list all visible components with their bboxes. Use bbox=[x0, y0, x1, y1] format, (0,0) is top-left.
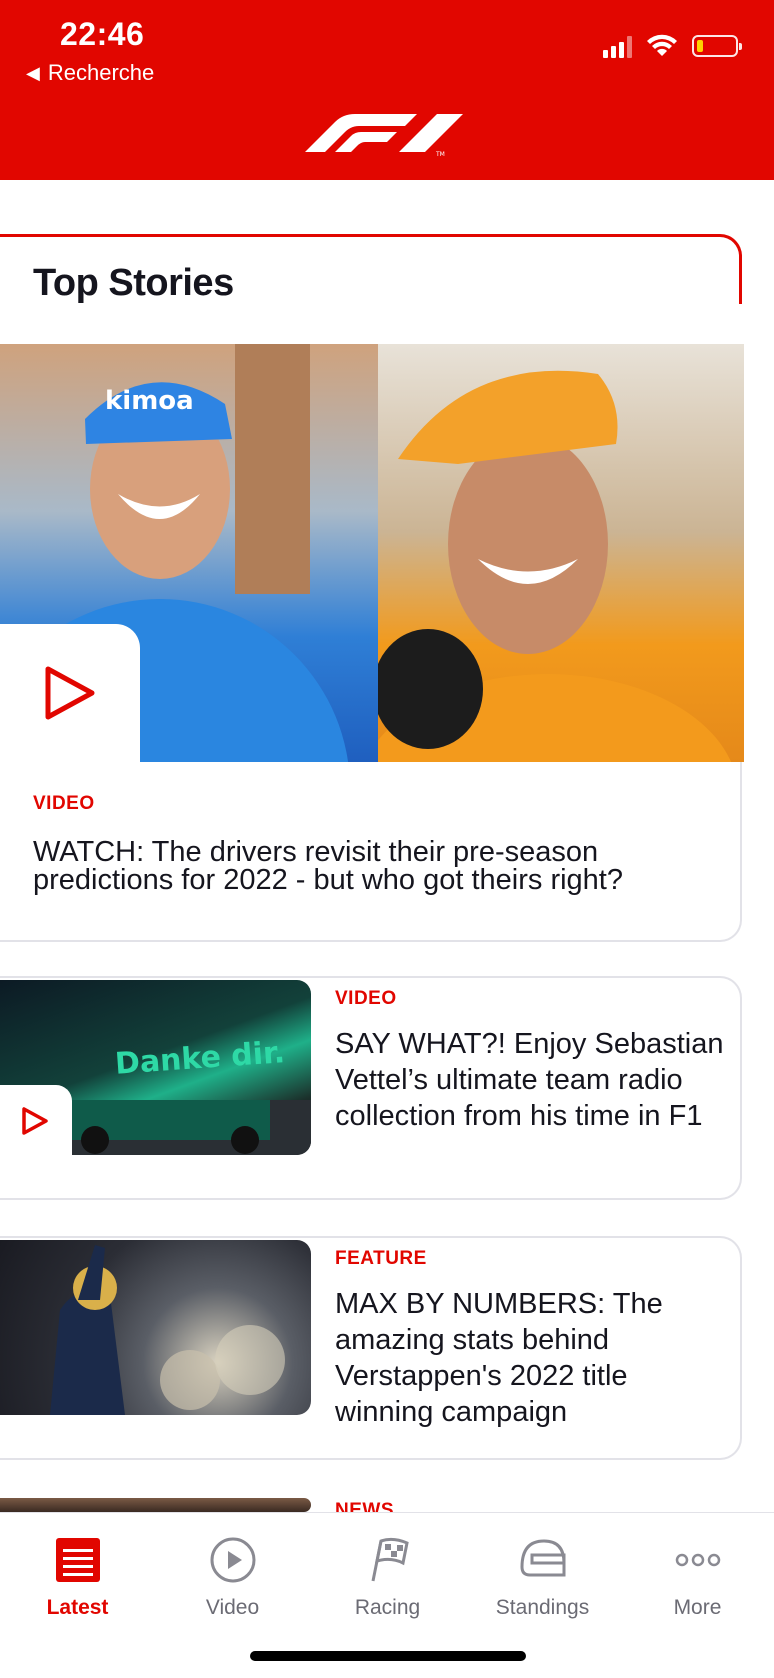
hero-title[interactable]: WATCH: The drivers revisit their pre-sea… bbox=[33, 838, 733, 895]
banner-text: Danke dir. bbox=[114, 1035, 286, 1082]
nav-label: Video bbox=[205, 1596, 260, 1619]
signal-icon bbox=[603, 34, 632, 58]
hero-play-button[interactable] bbox=[0, 624, 140, 764]
status-time: 22:46 bbox=[60, 16, 145, 52]
battery-icon bbox=[692, 35, 742, 57]
home-indicator[interactable] bbox=[250, 1651, 526, 1661]
section-title: Top Stories bbox=[33, 262, 234, 304]
back-label: Recherche bbox=[47, 60, 155, 85]
hero-image-right bbox=[364, 344, 744, 762]
driver-photo-right bbox=[364, 370, 732, 762]
app-header: 22:46 ◀ Recherche TM bbox=[0, 0, 774, 180]
back-caret-icon: ◀ bbox=[26, 62, 40, 83]
wifi-icon bbox=[647, 34, 677, 56]
nav-label: Standings bbox=[495, 1596, 590, 1619]
play-icon bbox=[45, 666, 95, 720]
card-title[interactable]: MAX BY NUMBERS: The amazing stats behind… bbox=[335, 1286, 725, 1430]
nav-label: Racing bbox=[354, 1596, 421, 1619]
play-icon bbox=[210, 1537, 255, 1583]
thumb-play-button[interactable] bbox=[0, 1085, 72, 1157]
nav-label: More bbox=[673, 1596, 722, 1619]
verstappen-thumbnail-art bbox=[50, 1245, 285, 1415]
flag-icon bbox=[371, 1537, 409, 1582]
status-icons bbox=[603, 34, 742, 58]
latest-icon bbox=[55, 1538, 100, 1582]
card-title[interactable]: SAY WHAT?! Enjoy Sebastian Vettel’s ulti… bbox=[335, 1026, 725, 1134]
f1-logo: TM bbox=[305, 114, 463, 158]
story-thumbnail[interactable] bbox=[0, 1498, 311, 1512]
svg-text:TM: TM bbox=[435, 151, 445, 158]
card-label: NEWS bbox=[335, 1500, 394, 1512]
story-thumbnail[interactable] bbox=[0, 1240, 311, 1415]
nav-label: Latest bbox=[46, 1596, 109, 1619]
play-icon bbox=[22, 1107, 48, 1135]
cap-brand-text: kimoa bbox=[105, 386, 194, 416]
card-label: FEATURE bbox=[335, 1248, 427, 1269]
card-label: VIDEO bbox=[335, 988, 397, 1009]
more-icon bbox=[675, 1553, 720, 1567]
hero-label: VIDEO bbox=[33, 793, 95, 814]
helmet-icon bbox=[519, 1539, 565, 1577]
back-to-search-link[interactable]: ◀ Recherche bbox=[26, 60, 154, 86]
